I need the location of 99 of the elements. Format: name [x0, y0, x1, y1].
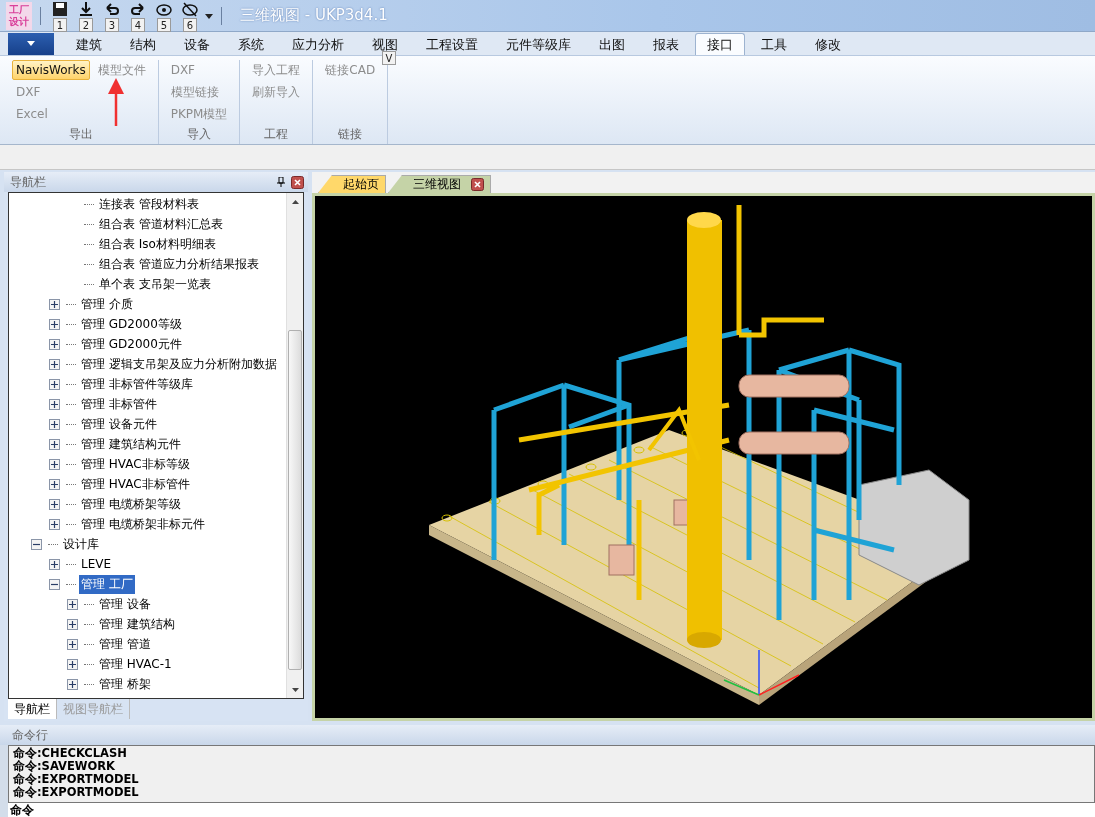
expand-icon[interactable] — [49, 518, 60, 530]
tree-item[interactable]: 管理 工厂 — [79, 574, 135, 594]
dropdown-caret-icon[interactable] — [205, 11, 213, 20]
window-title: 三维视图 - UKP3d4.1 — [240, 6, 388, 25]
close-icon[interactable] — [471, 178, 484, 191]
ribbon-button[interactable]: NavisWorks — [12, 60, 90, 80]
menu-tab[interactable]: 报表 — [641, 33, 691, 55]
redo-icon — [130, 1, 146, 17]
menu-tab[interactable]: 工程设置 — [414, 33, 490, 55]
undo-icon — [104, 1, 120, 17]
toolbar-button[interactable] — [50, 0, 70, 18]
tree-item[interactable]: 组合表 管道材料汇总表 — [97, 214, 225, 234]
scroll-up-icon[interactable] — [291, 199, 299, 204]
tree-item[interactable]: 连接表 管段材料表 — [97, 194, 201, 214]
tree-item[interactable]: 管理 介质 — [79, 294, 135, 314]
command-line: 命令:EXPORTMODEL — [13, 786, 140, 799]
expand-icon[interactable] — [49, 358, 60, 370]
keytip: 6 — [183, 17, 197, 32]
save-icon — [52, 1, 68, 17]
tree-item[interactable]: 管理 设备 — [97, 594, 153, 614]
expand-icon[interactable] — [49, 418, 60, 430]
panel-tab[interactable]: 导航栏 — [8, 699, 57, 719]
tree-item[interactable]: 管理 GD2000等级 — [79, 314, 184, 334]
expand-icon[interactable] — [67, 618, 78, 630]
tree-item[interactable]: LEVE — [79, 556, 114, 572]
tree-item[interactable]: 管理 电缆桥架等级 — [79, 494, 183, 514]
menu-tab[interactable]: 结构 — [118, 33, 168, 55]
scroll-down-icon[interactable] — [291, 687, 299, 692]
close-icon[interactable] — [291, 175, 304, 189]
panel-title: 命令行 — [12, 726, 48, 744]
command-line: 命令:CHECKCLASH — [13, 747, 128, 760]
menu-tab[interactable]: 接口 — [695, 33, 745, 55]
expand-icon[interactable] — [49, 318, 60, 330]
eye-icon — [156, 1, 172, 17]
group-label: 工程 — [263, 126, 290, 143]
expand-icon[interactable] — [49, 558, 60, 570]
expand-icon[interactable] — [67, 658, 78, 670]
app-menu-button[interactable] — [8, 33, 54, 55]
command-line: 命令:SAVEWORK — [13, 760, 116, 773]
scrollbar[interactable] — [286, 193, 303, 698]
group-label: 导入 — [186, 126, 212, 143]
tree-item[interactable]: 组合表 管道应力分析结果报表 — [97, 254, 261, 274]
panel-title: 导航栏 — [10, 173, 46, 191]
group-label: 链接 — [337, 126, 364, 143]
document-tab[interactable]: 三维视图 — [388, 175, 491, 193]
menu-tab[interactable]: 系统 — [226, 33, 276, 55]
expand-icon[interactable] — [49, 438, 60, 450]
tree-item[interactable]: 管理 设备元件 — [79, 414, 159, 434]
expand-icon[interactable] — [49, 458, 60, 470]
menu-tab[interactable]: 修改 — [803, 33, 853, 55]
tree-item[interactable]: 管理 非标管件等级库 — [79, 374, 195, 394]
tree-item[interactable]: 管理 逻辑支吊架及应力分析附加数据 — [79, 354, 279, 374]
tree-item[interactable]: 管理 非标管件 — [79, 394, 159, 414]
expand-icon[interactable] — [49, 298, 60, 310]
menu-tab[interactable]: 元件等级库 — [494, 33, 583, 55]
expand-icon[interactable] — [67, 598, 78, 610]
menu-tab[interactable]: 应力分析 — [280, 33, 356, 55]
expand-icon[interactable] — [49, 498, 60, 510]
tree-item[interactable]: 组合表 Iso材料明细表 — [97, 234, 218, 254]
pin-icon[interactable] — [277, 177, 285, 187]
down-arrow-icon — [78, 1, 94, 17]
keytip: 4 — [131, 17, 145, 32]
tree-item[interactable]: 设计库 — [61, 534, 101, 554]
eye-off-icon — [182, 1, 198, 17]
toolbar-button[interactable] — [180, 0, 200, 18]
caret-icon — [27, 41, 35, 47]
expand-icon[interactable] — [49, 378, 60, 390]
tree-item[interactable]: 管理 HVAC非标等级 — [79, 454, 192, 474]
tree-item[interactable]: 管理 GD2000元件 — [79, 334, 184, 354]
group-label: 导出 — [67, 126, 94, 143]
keytip: 2 — [79, 17, 93, 32]
command-input[interactable]: 命令 — [8, 803, 1095, 817]
command-line: 命令:EXPORTMODEL — [13, 773, 140, 786]
expand-icon[interactable] — [67, 678, 78, 690]
menu-tab[interactable]: 工具 — [749, 33, 799, 55]
collapse-icon[interactable] — [49, 578, 60, 590]
keytip: 1 — [53, 17, 67, 32]
expand-icon[interactable] — [67, 638, 78, 650]
annotation-arrow — [106, 78, 126, 128]
app-logo: 工厂 设计 — [6, 1, 32, 30]
menu-tab[interactable]: 出图 — [587, 33, 637, 55]
keytip: V — [382, 51, 396, 65]
expand-icon[interactable] — [49, 478, 60, 490]
expand-icon[interactable] — [49, 338, 60, 350]
expand-icon[interactable] — [49, 398, 60, 410]
menu-tab[interactable]: 建筑 — [64, 33, 114, 55]
tree-item[interactable]: 管理 HVAC-1 — [97, 654, 174, 674]
document-tab[interactable]: 起始页 — [318, 175, 386, 193]
tree-item[interactable]: 管理 桥架 — [97, 674, 153, 694]
tree-item[interactable]: 单个表 支吊架一览表 — [97, 274, 213, 294]
tree-item[interactable]: 管理 电缆桥架非标元件 — [79, 514, 207, 534]
tree-item[interactable]: 管理 建筑结构元件 — [79, 434, 183, 454]
keytip: 3 — [105, 17, 119, 32]
tree-item[interactable]: 管理 HVAC非标管件 — [79, 474, 192, 494]
menu-tab[interactable]: 设备 — [172, 33, 222, 55]
tree-item[interactable]: 管理 建筑结构 — [97, 614, 177, 634]
tree-item[interactable]: 管理 管道 — [97, 634, 153, 654]
collapse-icon[interactable] — [31, 538, 42, 550]
keytip: 5 — [157, 17, 171, 32]
